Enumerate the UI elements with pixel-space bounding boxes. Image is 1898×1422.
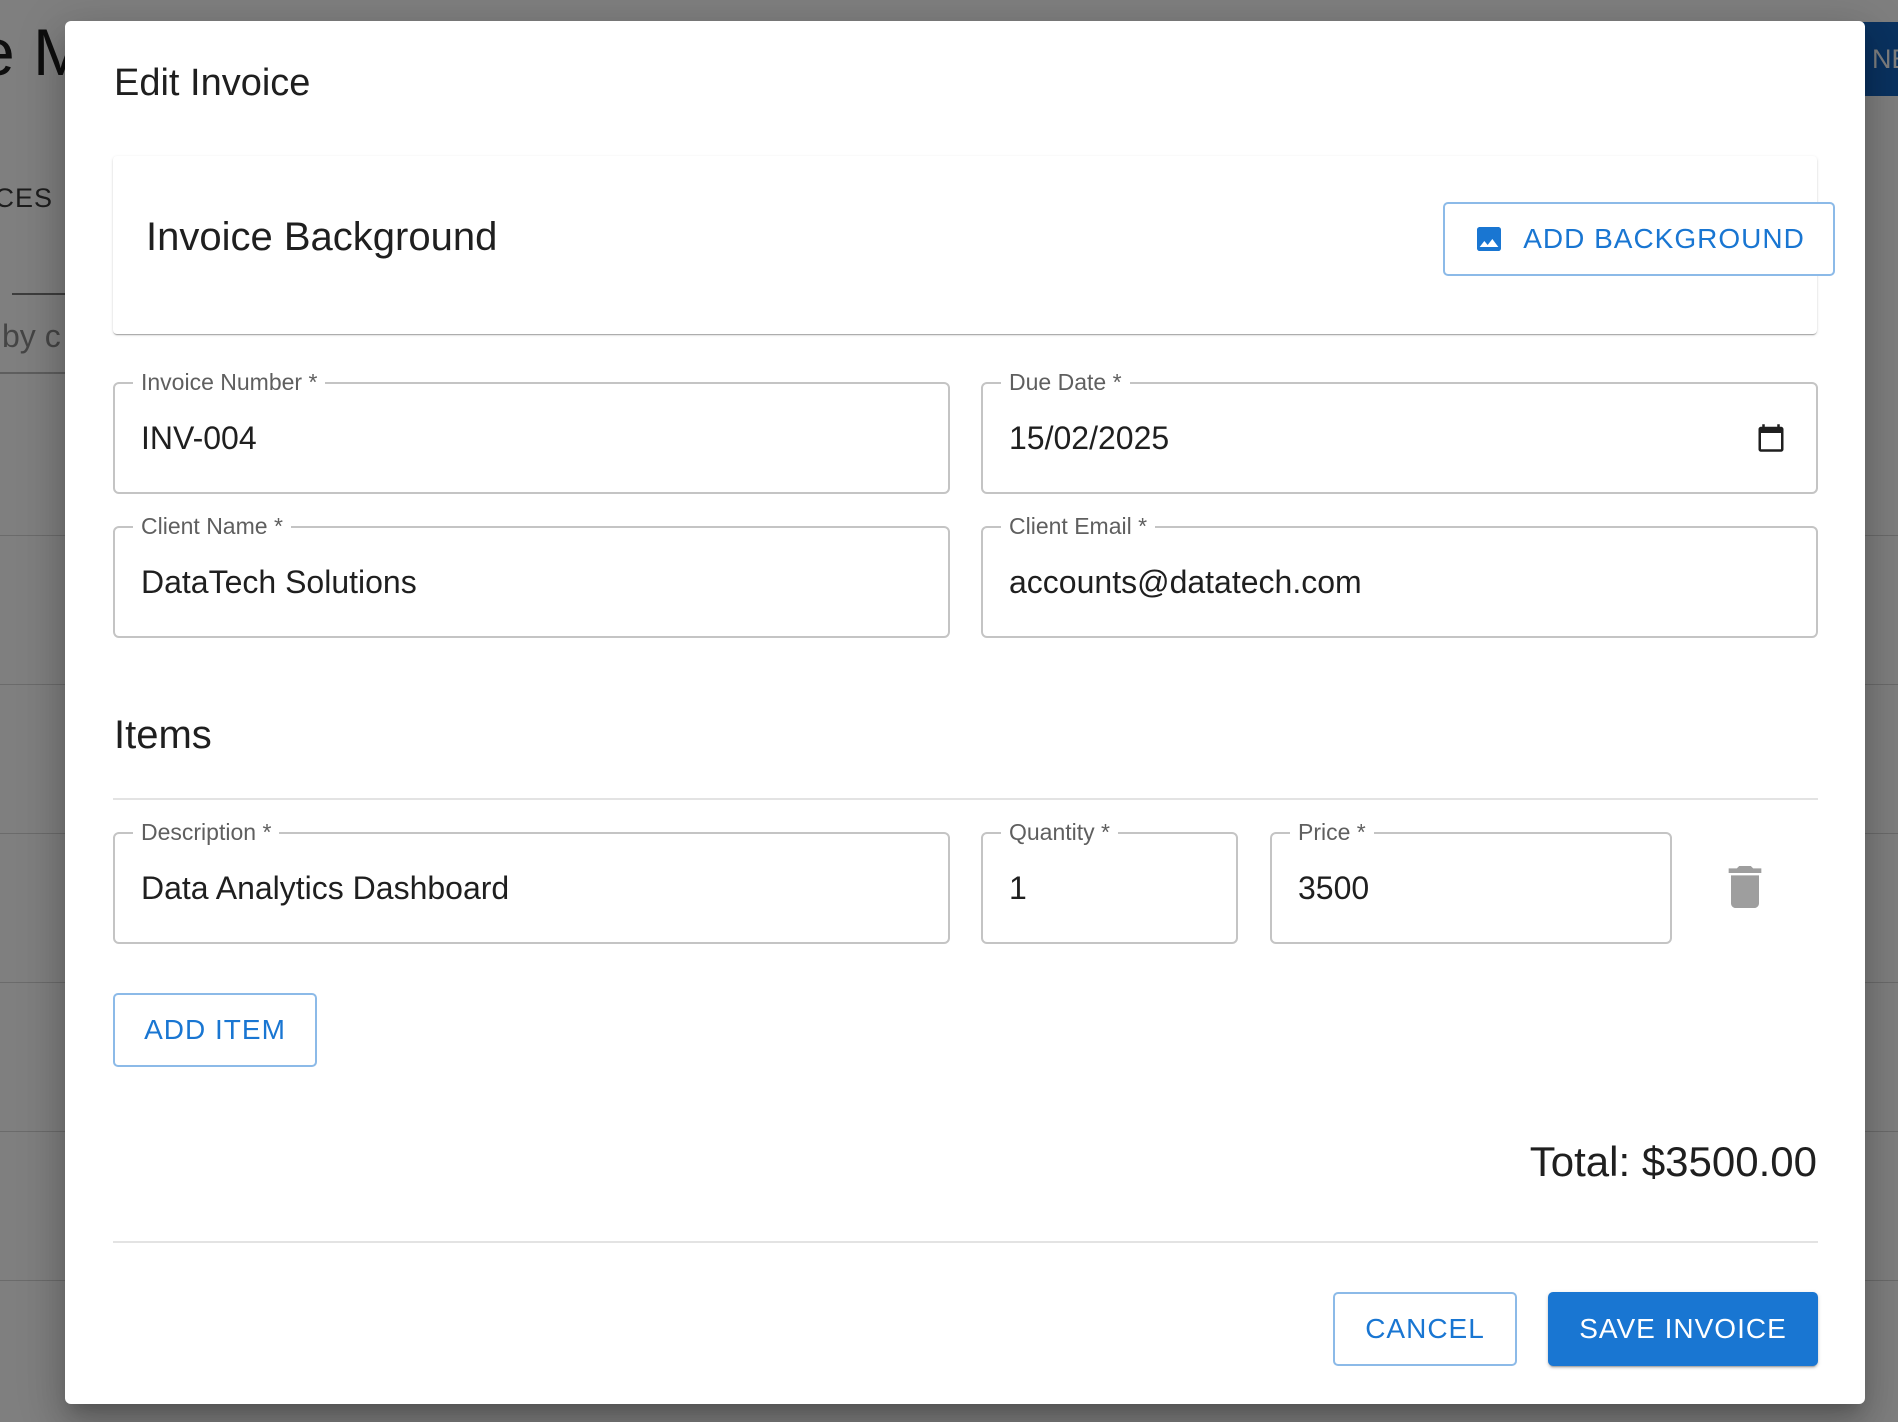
save-invoice-button[interactable]: SAVE INVOICE <box>1548 1292 1818 1366</box>
client-email-value[interactable]: accounts@datatech.com <box>1009 528 1362 636</box>
invoice-background-title: Invoice Background <box>146 215 498 259</box>
calendar-icon[interactable] <box>1756 423 1786 453</box>
edit-invoice-dialog: Edit Invoice Invoice Background ADD BACK… <box>65 21 1865 1404</box>
add-background-button[interactable]: ADD BACKGROUND <box>1443 202 1835 276</box>
item-price-field[interactable]: Price * 3500 <box>1270 817 1672 944</box>
add-background-label: ADD BACKGROUND <box>1523 223 1805 254</box>
client-name-value[interactable]: DataTech Solutions <box>141 528 417 636</box>
due-date-value[interactable]: 15/02/2025 <box>1009 384 1169 492</box>
cancel-button[interactable]: CANCEL <box>1333 1292 1517 1366</box>
trash-icon[interactable] <box>1727 866 1763 908</box>
client-name-field[interactable]: Client Name * DataTech Solutions <box>113 511 950 638</box>
cancel-label: CANCEL <box>1365 1313 1485 1344</box>
image-icon <box>1477 227 1502 251</box>
items-divider <box>113 798 1818 800</box>
item-description-value[interactable]: Data Analytics Dashboard <box>141 834 509 942</box>
item-quantity-value[interactable]: 1 <box>1009 834 1027 942</box>
invoice-background-card: Invoice Background ADD BACKGROUND <box>113 156 1835 334</box>
actions-divider <box>113 1241 1818 1243</box>
client-email-field[interactable]: Client Email * accounts@datatech.com <box>981 511 1818 638</box>
dialog-title: Edit Invoice <box>114 62 311 104</box>
item-description-field[interactable]: Description * Data Analytics Dashboard <box>113 817 950 944</box>
invoice-total: Total: $3500.00 <box>1529 1138 1817 1185</box>
invoice-number-value[interactable]: INV-004 <box>141 384 257 492</box>
save-invoice-label: SAVE INVOICE <box>1579 1313 1787 1344</box>
item-quantity-field[interactable]: Quantity * 1 <box>981 817 1238 944</box>
invoice-number-field[interactable]: Invoice Number * INV-004 <box>113 367 950 494</box>
due-date-field[interactable]: Due Date * 15/02/2025 <box>981 367 1818 494</box>
items-section-title: Items <box>114 713 212 757</box>
add-item-label: ADD ITEM <box>144 1014 286 1045</box>
item-price-value[interactable]: 3500 <box>1298 834 1369 942</box>
add-item-button[interactable]: ADD ITEM <box>113 993 317 1067</box>
